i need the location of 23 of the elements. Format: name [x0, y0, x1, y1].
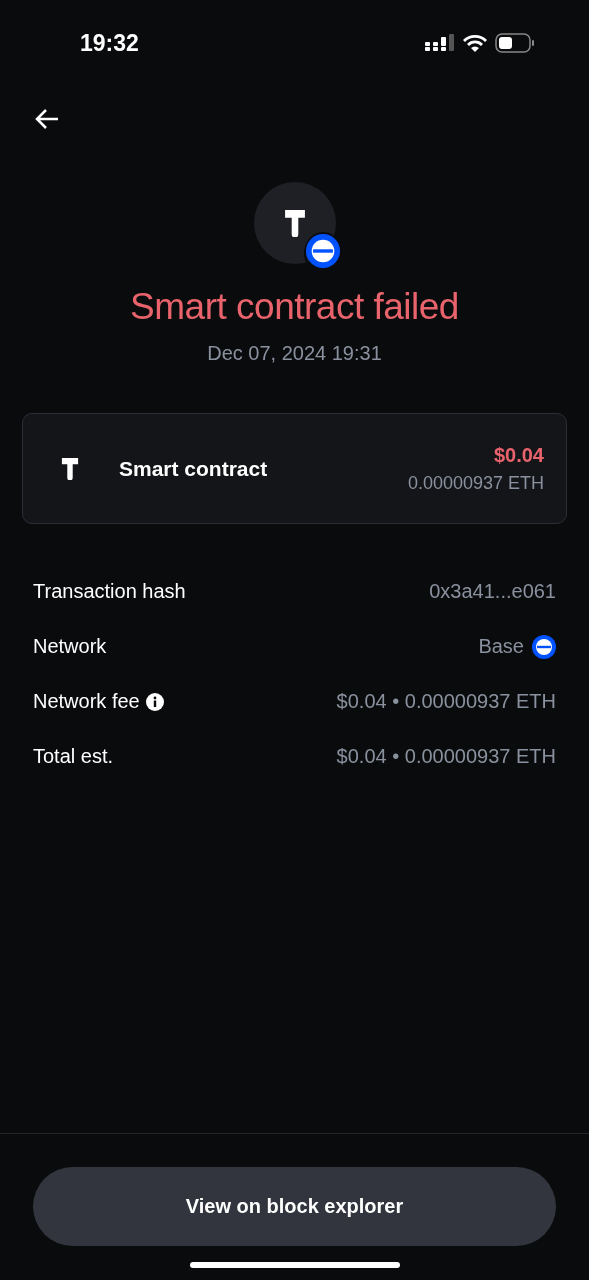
status-title: Smart contract failed: [130, 286, 459, 328]
battery-icon: [495, 33, 535, 53]
amount-eth: 0.00000937 ETH: [407, 472, 544, 494]
transaction-date: Dec 07, 2024 19:31: [207, 342, 382, 365]
base-network-icon: [305, 234, 340, 268]
detail-label: Transaction hash: [33, 580, 186, 603]
view-explorer-button[interactable]: View on block explorer: [33, 1167, 556, 1246]
wifi-icon: [463, 34, 487, 52]
hammer-icon: [61, 457, 79, 480]
detail-label: Network: [33, 635, 107, 658]
detail-value: $0.04 • 0.00000937 ETH: [336, 745, 556, 768]
status-time: 19:32: [80, 29, 139, 57]
detail-value: $0.04 • 0.00000937 ETH: [336, 690, 556, 713]
detail-value: 0x3a41...e061: [429, 580, 556, 603]
amount-usd: $0.04: [493, 443, 544, 467]
detail-label: Total est.: [33, 745, 114, 768]
hammer-icon: [283, 209, 306, 237]
signal-icon: [425, 34, 455, 52]
detail-label: Network fee: [33, 690, 140, 713]
base-network-icon: [532, 634, 556, 659]
detail-value: Base: [478, 635, 524, 658]
info-icon[interactable]: [145, 692, 164, 711]
contract-label: Smart contract: [119, 456, 269, 481]
